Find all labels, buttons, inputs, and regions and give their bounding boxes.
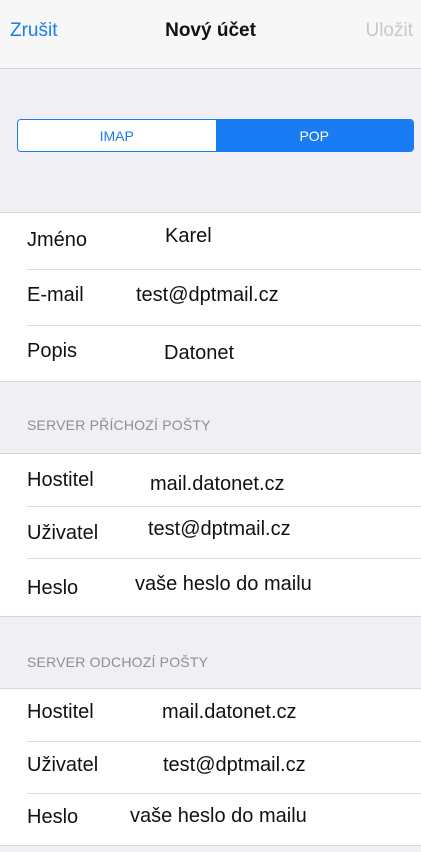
segment-pop[interactable]: POP xyxy=(215,120,413,151)
outgoing-password-field[interactable]: vaše heslo do mailu xyxy=(130,805,307,828)
incoming-user-field[interactable]: test@dptmail.cz xyxy=(148,518,291,541)
description-label: Popis xyxy=(27,340,78,362)
incoming-host-field[interactable]: mail.datonet.cz xyxy=(150,473,285,496)
incoming-password-row: Heslo vaše heslo do mailu xyxy=(0,558,421,616)
outgoing-host-field[interactable]: mail.datonet.cz xyxy=(162,701,297,724)
incoming-host-label: Hostitel xyxy=(27,469,94,491)
incoming-server-group: Hostitel mail.datonet.cz Uživatel test@dpt… xyxy=(0,453,421,617)
description-field[interactable]: Datonet xyxy=(164,342,234,365)
outgoing-password-label: Heslo xyxy=(27,806,79,828)
incoming-password-field[interactable]: vaše heslo do mailu xyxy=(135,573,312,596)
outgoing-user-row: Uživatel test@dptmail.cz xyxy=(0,741,421,793)
outgoing-server-group: Hostitel mail.datonet.cz Uživatel test@dpt… xyxy=(0,688,421,846)
navigation-bar: Zrušit Nový účet Uložit xyxy=(0,0,421,69)
outgoing-user-label: Uživatel xyxy=(27,754,99,776)
incoming-password-label: Heslo xyxy=(27,577,79,599)
incoming-user-label: Uživatel xyxy=(27,522,99,544)
incoming-host-row: Hostitel mail.datonet.cz xyxy=(0,454,421,506)
name-label: Jméno xyxy=(27,229,88,251)
description-row: Popis Datonet xyxy=(0,325,421,381)
email-label: E-mail xyxy=(27,284,84,306)
account-info-group: Jméno Karel E-mail test@dptmail.cz Popis Da… xyxy=(0,212,421,382)
outgoing-server-header: SERVER ODCHOZÍ POŠTY xyxy=(27,654,209,670)
new-account-screen: Zrušit Nový účet Uložit IMAP POP Jméno Ka… xyxy=(0,0,421,852)
incoming-user-row: Uživatel test@dptmail.cz xyxy=(0,506,421,558)
email-field[interactable]: test@dptmail.cz xyxy=(136,284,279,307)
incoming-server-header: SERVER PŘÍCHOZÍ POŠTY xyxy=(27,417,211,433)
account-type-segmented-control: IMAP POP xyxy=(17,119,414,152)
email-row: E-mail test@dptmail.cz xyxy=(0,269,421,325)
name-row: Jméno Karel xyxy=(0,213,421,269)
outgoing-host-row: Hostitel mail.datonet.cz xyxy=(0,689,421,741)
outgoing-password-row: Heslo vaše heslo do mailu xyxy=(0,793,421,845)
segment-imap[interactable]: IMAP xyxy=(18,120,216,151)
outgoing-host-label: Hostitel xyxy=(27,701,94,723)
save-button[interactable]: Uložit xyxy=(365,20,413,42)
name-field[interactable]: Karel xyxy=(165,225,212,248)
page-title: Nový účet xyxy=(165,20,256,41)
outgoing-user-field[interactable]: test@dptmail.cz xyxy=(163,754,306,777)
